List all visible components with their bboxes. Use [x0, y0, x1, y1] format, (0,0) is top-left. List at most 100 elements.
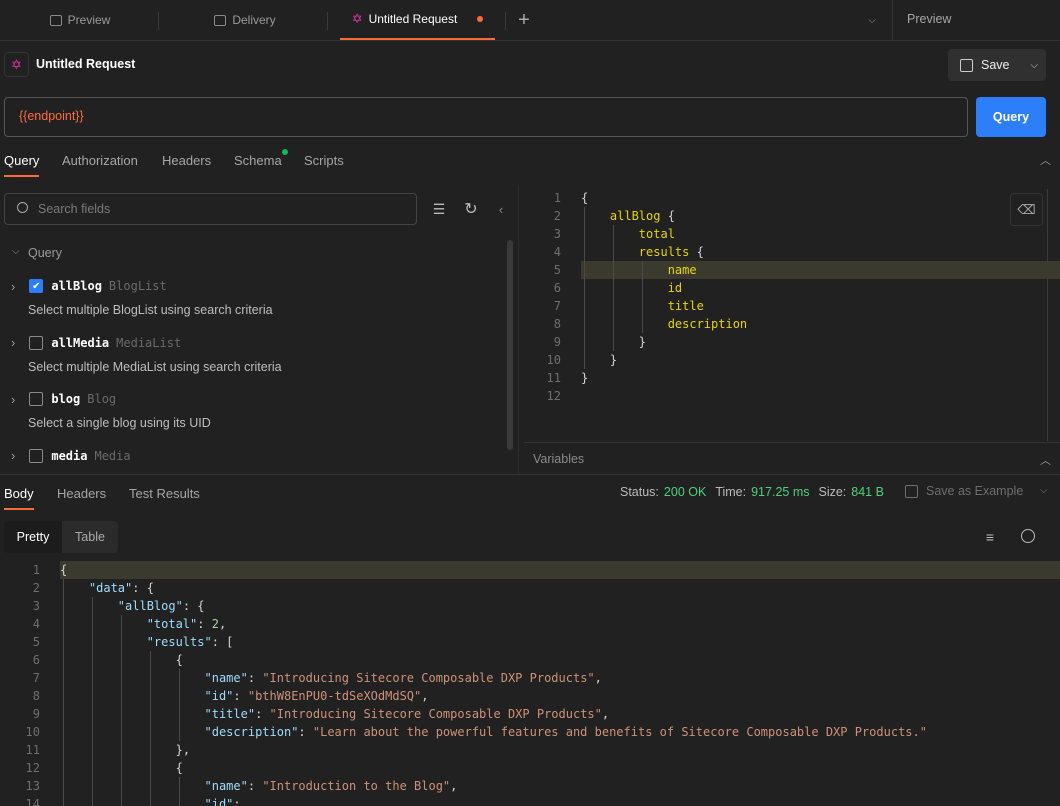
tree-root-label: Query: [28, 246, 63, 260]
tab-query[interactable]: Query: [4, 153, 40, 177]
field-description: Select multiple BlogList using search cr…: [28, 303, 273, 317]
line-number: 4: [553, 245, 561, 259]
save-button[interactable]: Save ⌵: [948, 49, 1046, 81]
field-checkbox[interactable]: ✔: [29, 279, 44, 293]
field-allBlog[interactable]: › ✔ allBlog BlogList: [0, 276, 167, 296]
prettify-broom-icon[interactable]: ⌫: [1010, 193, 1043, 226]
view-table[interactable]: Table: [62, 521, 118, 553]
url-input[interactable]: {{endpoint}}: [4, 97, 968, 137]
wrap-lines-icon[interactable]: ≡: [978, 526, 1002, 548]
indent-guide: [149, 687, 151, 705]
code-token: "id": [204, 797, 234, 806]
indent-guide: [178, 795, 180, 806]
line-number: 6: [32, 653, 40, 667]
chevron-down-icon[interactable]: ⌵: [12, 246, 20, 257]
explorer-scrollbar[interactable]: [507, 240, 513, 450]
code-line: title: [668, 297, 704, 315]
save-as-example-button[interactable]: Save as Example: [905, 484, 1023, 498]
indent-guide: [91, 705, 93, 723]
indent-guide: [584, 315, 585, 333]
field-allMedia[interactable]: › allMedia MediaList: [0, 333, 181, 353]
variables-chevron-up-icon[interactable]: ︿: [1040, 452, 1051, 468]
chevron-right-icon[interactable]: ›: [11, 392, 15, 407]
search-icon[interactable]: [1021, 529, 1035, 543]
line-number: 7: [553, 299, 561, 313]
tab-untitled-request[interactable]: ✡ Untitled Request: [340, 0, 495, 40]
field-checkbox[interactable]: [29, 392, 44, 406]
tab-preview[interactable]: Preview: [0, 0, 160, 40]
field-checkbox[interactable]: [29, 335, 44, 350]
indent-guide: [120, 705, 122, 723]
indent-guide: [149, 651, 151, 669]
line-number: 8: [32, 689, 40, 703]
tab-authorization[interactable]: Authorization: [62, 153, 138, 168]
status-value[interactable]: 200 OK: [664, 485, 706, 499]
chevron-down-icon[interactable]: ⌵: [1030, 60, 1038, 71]
chevron-right-icon[interactable]: ›: [11, 335, 15, 350]
indent-guide: [612, 243, 614, 261]
indent-guide: [149, 705, 151, 723]
code-token: "name": [204, 671, 248, 685]
line-number: 9: [553, 335, 561, 349]
field-checkbox[interactable]: [29, 448, 44, 463]
tab-schema[interactable]: Schema: [234, 153, 282, 168]
size-value[interactable]: 841 B: [851, 485, 884, 499]
response-body[interactable]: 1{2 "data": {3 "allBlog": {4 "total": 2, 5 "r…: [0, 561, 1060, 806]
line-number: 4: [32, 617, 40, 631]
tab-scripts[interactable]: Scripts: [304, 153, 344, 168]
indent-guide: [63, 777, 64, 795]
preview-icon: [49, 14, 62, 26]
save-icon: [905, 484, 918, 498]
indent-guide: [612, 333, 614, 351]
tab-delivery[interactable]: Delivery: [162, 0, 328, 40]
collapse-chevron-up-icon[interactable]: ︿: [1040, 152, 1051, 168]
new-tab-button[interactable]: +: [512, 8, 536, 32]
indent-guide: [641, 261, 643, 279]
code-token: ,: [601, 707, 610, 721]
code-token: "Introducing Sitecore Composable DXP Pro…: [269, 707, 602, 721]
code-line: "name": "Introduction to the Blog",: [205, 777, 458, 795]
variables-label[interactable]: Variables: [533, 452, 584, 466]
response-meta: Status: 200 OK Time: 917.25 ms Size: 841 B: [620, 485, 884, 499]
view-pretty[interactable]: Pretty: [4, 521, 62, 553]
indent-guide: [120, 651, 122, 669]
indent-guide: [63, 723, 64, 741]
response-tab-headers[interactable]: Headers: [57, 486, 106, 501]
line-number: 11: [546, 371, 561, 385]
query-button[interactable]: Query: [976, 97, 1046, 137]
chevron-right-icon[interactable]: ›: [11, 448, 15, 463]
code-token: : {: [182, 599, 205, 613]
search-fields-input[interactable]: Search fields: [4, 193, 417, 225]
code-token: {: [60, 563, 68, 577]
chevron-right-icon[interactable]: ›: [11, 279, 15, 294]
indent-guide: [641, 279, 643, 297]
code-token: "bthW8EnPU0-tdSeXOdMdSQ": [247, 689, 422, 703]
collapse-panel-chevron-left-icon[interactable]: ‹: [492, 198, 510, 220]
indent-guide: [63, 741, 64, 759]
indent-guide: [91, 597, 93, 615]
right-pane-label[interactable]: Preview: [907, 12, 951, 26]
field-blog[interactable]: › blog Blog: [0, 389, 116, 409]
line-number: 2: [553, 209, 561, 223]
tab-headers[interactable]: Headers: [162, 153, 211, 168]
field-media[interactable]: › media Media: [0, 446, 131, 466]
line-number: 11: [25, 743, 40, 757]
query-editor[interactable]: 1{2 allBlog {3 total 4 results {5 name 6 id 7 tit…: [524, 189, 1060, 441]
request-title[interactable]: Untitled Request: [36, 57, 135, 71]
line-number: 8: [553, 317, 561, 331]
response-tab-body[interactable]: Body: [4, 486, 34, 510]
editor-scrollbar[interactable]: [1047, 189, 1048, 441]
format-icon[interactable]: ☰: [428, 198, 450, 220]
chevron-down-icon[interactable]: ⌵: [1040, 485, 1048, 496]
indent-guide: [120, 633, 122, 651]
tabs-dropdown-chevron-down-icon[interactable]: ⌵: [862, 8, 882, 32]
time-value[interactable]: 917.25 ms: [751, 485, 809, 499]
indent-guide: [584, 351, 585, 369]
code-token: results: [638, 245, 697, 259]
indent-guide: [178, 723, 180, 741]
indent-guide: [91, 795, 93, 806]
indent-guide: [120, 741, 122, 759]
response-tab-test-results[interactable]: Test Results: [129, 486, 200, 501]
indent-guide: [149, 723, 151, 741]
refresh-icon[interactable]: ↻: [460, 198, 482, 220]
